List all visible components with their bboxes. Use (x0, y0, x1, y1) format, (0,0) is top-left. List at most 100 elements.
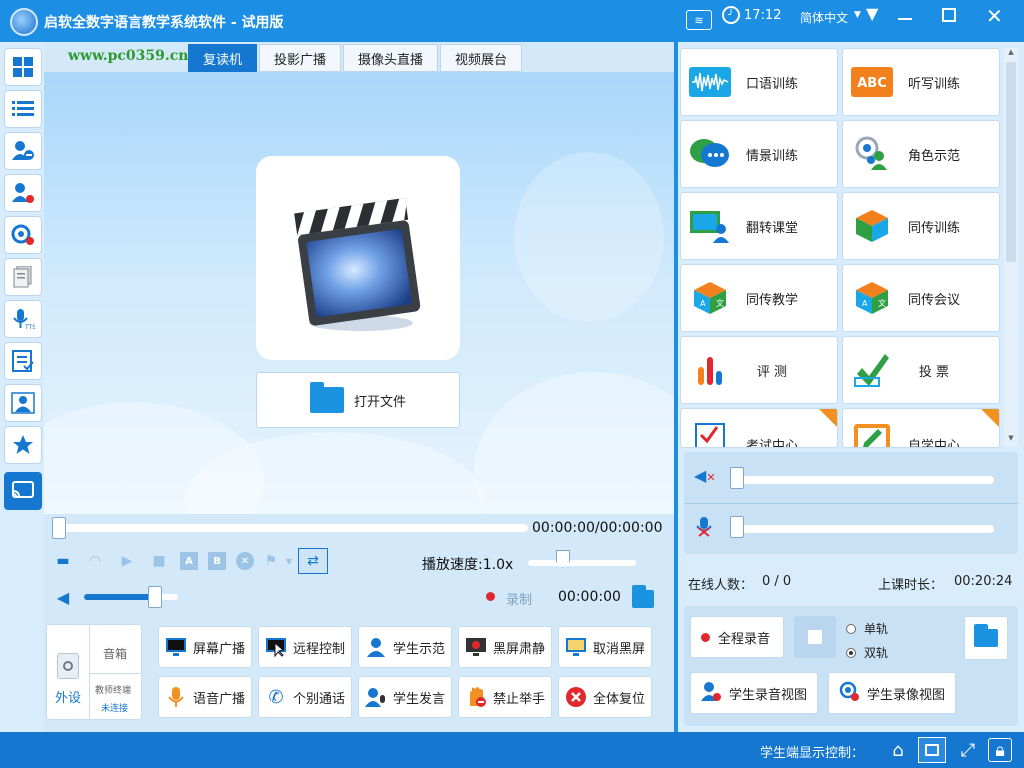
scroll-down-icon[interactable]: ▼ (1005, 434, 1017, 446)
stop-record-button[interactable] (794, 616, 836, 658)
sidebar-list-icon[interactable] (4, 90, 42, 128)
record-label[interactable]: 录制 (506, 589, 532, 608)
tab-projection-broadcast[interactable]: 投影广播 (259, 44, 342, 72)
feature-role-demo[interactable]: 角色示范 (842, 120, 1000, 188)
feature-interpretation-teaching[interactable]: A 文同传教学 (680, 264, 838, 332)
sidebar-user-record-icon[interactable] (4, 174, 42, 212)
svg-text:ABC: ABC (857, 76, 887, 91)
feature-label: 评 测 (756, 364, 788, 380)
scroll-thumb[interactable] (1006, 62, 1016, 262)
open-file-button[interactable]: 打开文件 (256, 372, 460, 428)
sidebar-tts-icon[interactable]: TTS (4, 300, 42, 338)
feature-label: 听写训练 (907, 76, 960, 92)
fullscreen-icon[interactable]: ⤢ (956, 738, 980, 762)
feature-label: 投 票 (918, 364, 950, 380)
reset-all-icon (565, 686, 587, 708)
feature-voting[interactable]: 投 票 (842, 336, 1000, 404)
record-folder-icon[interactable] (632, 585, 654, 608)
tab-repeater[interactable]: 复读机 (188, 44, 258, 72)
student-audio-view-button[interactable]: 学生录音视图 (690, 672, 818, 714)
sidebar-checklist-icon[interactable] (4, 342, 42, 380)
sidebar-webcam-icon[interactable] (4, 216, 42, 254)
no-hand-raise-button[interactable]: 禁止举手 (458, 676, 552, 718)
tab-video-booth[interactable]: 视频展台 (440, 44, 523, 72)
record-dot-icon[interactable] (486, 592, 495, 601)
sidebar-documents-icon[interactable] (4, 258, 42, 296)
dual-track-radio[interactable]: 双轨 (846, 644, 888, 661)
sidebar-user-remove-icon[interactable] (4, 132, 42, 170)
reset-all-button[interactable]: 全体复位 (558, 676, 652, 718)
volume-icon[interactable]: ◀ (54, 588, 72, 607)
feature-speaking-training[interactable]: 口语训练 (680, 48, 838, 116)
feature-scrollbar[interactable]: ▲ ▼ (1004, 48, 1018, 446)
checkmark-icon (851, 352, 893, 388)
feature-interpretation-meeting[interactable]: A 文同传会议 (842, 264, 1000, 332)
close-icon[interactable]: ✕ (986, 4, 1003, 28)
feature-self-study[interactable]: 自学中心 (842, 408, 1000, 448)
sidebar-user-frame-icon[interactable] (4, 384, 42, 422)
feature-label: 情景训练 (745, 148, 798, 164)
sidebar-grid-icon[interactable] (4, 48, 42, 86)
open-folder-icon[interactable]: ▬ (54, 552, 72, 570)
scroll-up-icon[interactable]: ▲ (1005, 48, 1017, 60)
wifi-icon[interactable]: ≋ (686, 10, 712, 30)
student-demo-button[interactable]: 学生示范 (358, 626, 452, 668)
flip-classroom-icon (689, 208, 731, 244)
full-record-button[interactable]: 全程录音 (690, 616, 784, 658)
black-screen-button[interactable]: 黑屏肃静 (458, 626, 552, 668)
sidebar-star-icon[interactable] (4, 426, 42, 464)
tab-webcam-live[interactable]: 摄像头直播 (343, 44, 439, 72)
speaker-volume-track[interactable] (736, 476, 994, 484)
maximize-icon[interactable] (942, 8, 956, 22)
feature-flipped-classroom[interactable]: 翻转课堂 (680, 192, 838, 260)
private-call-button[interactable]: ✆ 个别通话 (258, 676, 352, 718)
peripheral-title[interactable]: 外设 (55, 687, 81, 706)
student-speak-button[interactable]: 学生发言 (358, 676, 452, 718)
chevron-down-icon[interactable]: ▼ (280, 552, 298, 570)
voice-broadcast-button[interactable]: 语音广播 (158, 676, 252, 718)
mark-b-icon[interactable]: B (208, 552, 226, 570)
language-select[interactable]: 简体中文 (800, 9, 848, 26)
mic-volume-track[interactable] (736, 525, 994, 533)
private-call-label: 个别通话 (293, 691, 346, 707)
feature-dictation-training[interactable]: ABC 听写训练 (842, 48, 1000, 116)
feature-exam-center[interactable]: 考试中心 (680, 408, 838, 448)
sidebar-cast-icon[interactable] (4, 472, 42, 510)
loop-icon[interactable]: ⇄ (298, 548, 328, 574)
stop-icon[interactable]: ■ (150, 552, 168, 570)
student-video-view-button[interactable]: 学生录像视图 (828, 672, 956, 714)
mark-a-icon[interactable]: A (180, 552, 198, 570)
single-track-radio[interactable]: 单轨 (846, 620, 888, 637)
speed-track[interactable] (528, 560, 636, 566)
play-icon[interactable]: ▶ (118, 552, 136, 570)
cancel-black-screen-button[interactable]: 取消黑屏 (558, 626, 652, 668)
mic-volume-knob[interactable] (730, 516, 744, 538)
student-video-icon (839, 681, 859, 705)
speaker-volume-knob[interactable] (730, 467, 744, 489)
minimize-icon[interactable] (898, 18, 912, 20)
progress-knob[interactable] (52, 517, 66, 539)
window-mode-icon[interactable] (918, 737, 946, 763)
feature-scenario-training[interactable]: 情景训练 (680, 120, 838, 188)
rss-icon[interactable]: ◠ (86, 552, 104, 570)
lock-icon[interactable]: 🔒︎ (988, 738, 1012, 762)
feature-interpretation-training[interactable]: 同传训练 (842, 192, 1000, 260)
record-folder-button[interactable] (964, 616, 1008, 660)
remote-control-button[interactable]: 远程控制 (258, 626, 352, 668)
player-controls: 00:00:00/00:00:00 ▬ ◠ ▶ ■ A B ✕ ⚑ ▼ ⇄ 播放… (44, 514, 674, 614)
screen-broadcast-button[interactable]: 屏幕广播 (158, 626, 252, 668)
bar-chart-icon (689, 352, 731, 388)
dropdown-arrow-icon[interactable]: ▼ (866, 4, 878, 23)
chevron-down-icon[interactable]: ▼ (854, 10, 861, 20)
speaker-mute-icon[interactable]: ◀✕ (694, 466, 716, 485)
bookmark-icon[interactable]: ⚑ (262, 552, 280, 570)
playback-speed-label: 播放速度:1.0x (422, 557, 514, 573)
mic-mute-icon[interactable] (696, 516, 712, 538)
volume-knob[interactable] (147, 586, 162, 608)
home-icon[interactable]: ⌂ (886, 738, 910, 762)
clear-ab-icon[interactable]: ✕ (236, 552, 254, 570)
clock-icon: ╯ (722, 6, 740, 24)
progress-track[interactable] (52, 524, 528, 532)
student-audio-view-label: 学生录音视图 (729, 687, 808, 703)
feature-assessment[interactable]: 评 测 (680, 336, 838, 404)
